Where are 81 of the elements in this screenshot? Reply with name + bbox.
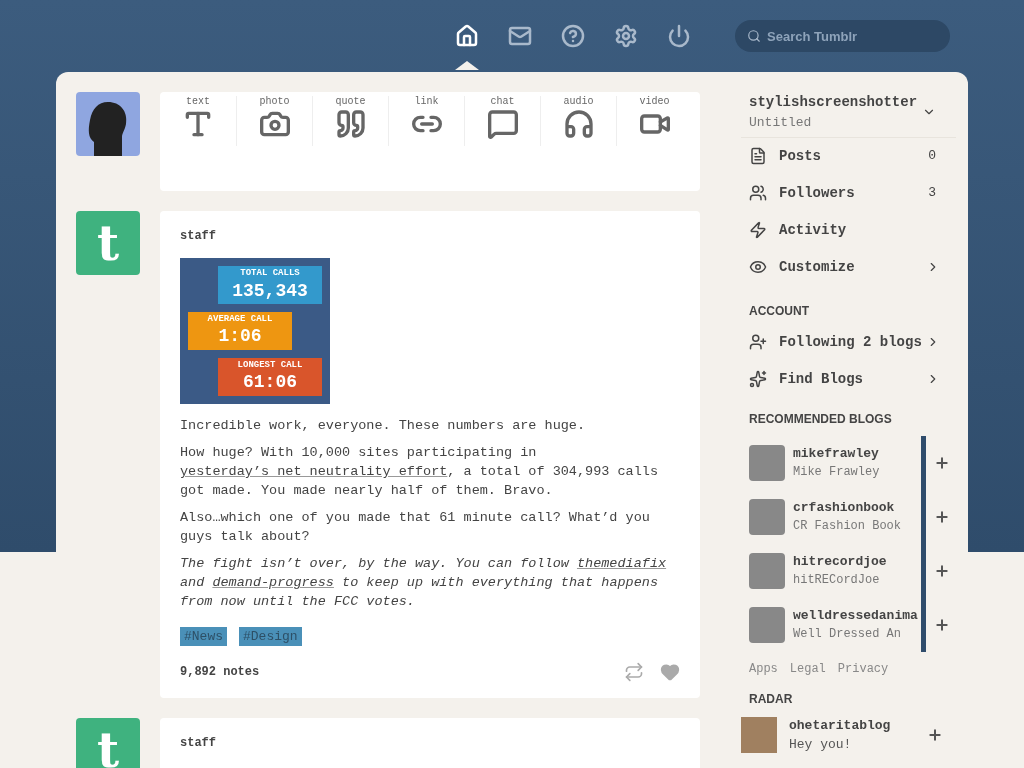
sidebar-label: Customize: [779, 257, 856, 277]
post-author[interactable]: staff: [180, 227, 680, 246]
stat-label: AVERAGE CALL: [207, 314, 273, 326]
activity-icon: [749, 221, 767, 239]
post-type-button[interactable]: quote: [312, 96, 388, 146]
post-type-button[interactable]: text: [160, 96, 236, 146]
home-icon[interactable]: [454, 24, 479, 48]
section-heading: RECOMMENDED BLOGS: [748, 410, 893, 428]
post-type-button[interactable]: chat: [464, 96, 540, 146]
blog-title: Untitled: [749, 114, 813, 132]
sidebar-item[interactable]: Customize: [741, 248, 956, 286]
post-author[interactable]: staff: [180, 734, 680, 753]
blog-avatar[interactable]: [749, 606, 785, 643]
follow-icon[interactable]: [927, 727, 943, 743]
follow-icon[interactable]: [934, 616, 950, 633]
blog-avatar[interactable]: [749, 552, 785, 589]
quote-icon: [334, 108, 367, 140]
like-icon[interactable]: [660, 662, 680, 682]
sidebar-label: Find Blogs: [779, 369, 864, 389]
follow-icon[interactable]: [934, 508, 950, 525]
blog-switcher[interactable]: stylishscreenshotter Untitled: [741, 92, 956, 138]
search-field[interactable]: Search Tumblr: [735, 20, 950, 52]
post-type-button[interactable]: photo: [236, 96, 312, 146]
following-icon: [749, 333, 767, 351]
post-paragraph: Also…which one of you made that 61 minute call? What’d you guys talk about?: [180, 509, 651, 546]
help-icon[interactable]: [560, 24, 585, 48]
sidebar-item[interactable]: Following 2 blogs: [741, 323, 956, 361]
sidebar-item[interactable]: Posts 0: [741, 137, 956, 175]
blog-title: Hey you!: [789, 736, 853, 754]
sidebar-label: Followers: [779, 183, 856, 203]
chat-icon: [486, 108, 519, 140]
blog-title: Well Dressed An: [793, 626, 903, 644]
blog-name[interactable]: ohetaritablog: [789, 715, 927, 735]
text-link[interactable]: themediafix: [576, 556, 667, 571]
posts-icon: [749, 147, 767, 165]
blog-avatar[interactable]: [749, 498, 785, 535]
customize-icon: [749, 258, 767, 276]
stat-value: 135,343: [232, 279, 308, 303]
post-type-button[interactable]: audio: [540, 96, 616, 146]
section-heading: RADAR: [748, 690, 794, 708]
post-type-button[interactable]: link: [388, 96, 464, 146]
blog-title: hitRECordJoe: [793, 572, 881, 590]
blog-name: stylishscreenshotter: [749, 93, 918, 112]
stat-label: TOTAL CALLS: [240, 268, 300, 280]
mail-icon[interactable]: [507, 24, 532, 48]
sidebar-label: Activity: [779, 220, 848, 240]
blog-name[interactable]: welldressedanima: [793, 605, 921, 626]
follow-icon[interactable]: [934, 454, 950, 471]
power-icon[interactable]: [666, 24, 691, 48]
reblog-icon[interactable]: [624, 662, 644, 682]
sidebar-label: Following 2 blogs: [779, 332, 923, 352]
text-link[interactable]: yesterday’s net neutrality effort: [180, 464, 448, 479]
text-link[interactable]: demand-progress: [212, 575, 334, 590]
blog-name[interactable]: crfashionbook: [793, 497, 921, 518]
settings-icon[interactable]: [613, 24, 638, 48]
post-type-button[interactable]: video: [616, 96, 692, 146]
notes-count[interactable]: 9,892 notes: [180, 662, 260, 682]
blog-title: CR Fashion Book: [793, 518, 903, 536]
stat-label: LONGEST CALL: [237, 359, 303, 372]
blog-title: Mike Frawley: [793, 464, 881, 482]
user-avatar[interactable]: [76, 92, 140, 156]
find-icon: [749, 370, 767, 388]
sidebar-item[interactable]: Find Blogs: [741, 360, 956, 398]
stat-value: 61:06: [243, 371, 297, 394]
post-paragraph: Incredible work, everyone. These numbers are huge.: [180, 417, 587, 435]
section-heading: ACCOUNT: [748, 302, 810, 320]
search-icon: [747, 29, 761, 43]
sidebar-label: Posts: [779, 146, 822, 166]
sidebar-count: 0: [928, 147, 936, 166]
sidebar-count: 3: [928, 184, 936, 203]
sidebar-item[interactable]: Followers 3: [741, 174, 956, 212]
blog-name[interactable]: hitrecordjoe: [793, 551, 921, 572]
stat-value: 1:06: [218, 325, 262, 348]
post-paragraph: How huge? With 10,000 sites participating in yesterday’s net neutrality effort, a total of 304,993 calls got made. You made nearly half of them. Bravo.: [180, 444, 659, 500]
blog-name[interactable]: mikefrawley: [793, 443, 921, 464]
post-paragraph: The fight isn’t over, by the way. You can follow themediafix and demand-progress to keep up with everything that happens from now until the FCC votes.: [180, 555, 668, 611]
audio-icon: [562, 108, 595, 140]
blog-avatar[interactable]: [749, 444, 785, 481]
followers-icon: [749, 184, 767, 202]
sidebar-item[interactable]: Activity: [741, 211, 956, 249]
follow-icon[interactable]: [934, 562, 950, 579]
